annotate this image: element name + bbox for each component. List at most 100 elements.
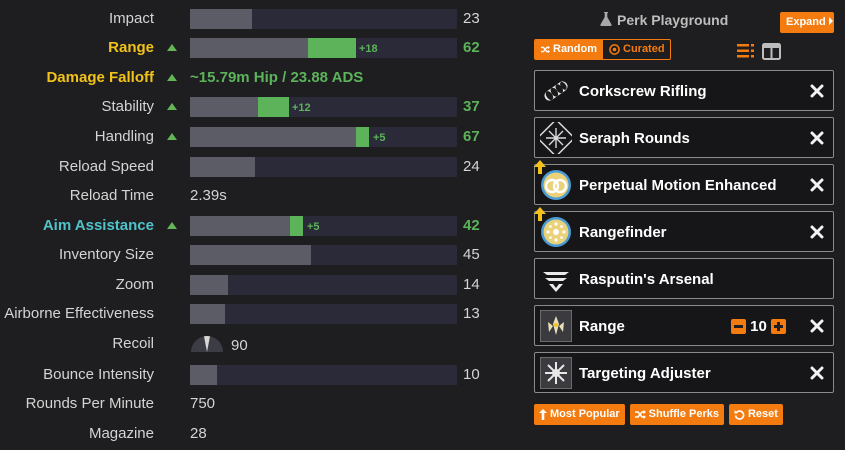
stat-value: ~15.79m Hip / 23.88 ADS (190, 69, 364, 86)
stat-bar-fill (190, 127, 356, 147)
boost-up-icon (167, 133, 177, 140)
most-popular-button[interactable]: Most Popular (534, 404, 625, 425)
stat-row-damage-falloff: Damage Falloff ~15.79m Hip / 23.88 ADS (0, 66, 500, 90)
boost-up-icon (167, 74, 177, 81)
stat-label: Magazine (88, 425, 154, 442)
stat-label: Airborne Effectiveness (4, 305, 154, 322)
stat-label: Zoom (115, 276, 154, 293)
stat-bar-fill (190, 365, 217, 385)
masterwork-level-stepper: 10 (731, 318, 786, 335)
stat-bar-fill (190, 245, 311, 265)
stat-label: Impact (108, 10, 154, 27)
stat-row-aim-assistance: Aim Assistance +5 42 (0, 214, 500, 238)
stat-label: Aim Assistance (42, 217, 154, 234)
stat-value: 10 (463, 366, 480, 383)
stat-value: 90 (231, 337, 248, 354)
stat-label: Handling (94, 128, 154, 145)
increase-level-button[interactable] (771, 319, 786, 334)
perk-row[interactable]: Rangefinder (534, 207, 834, 252)
stat-bar (190, 157, 457, 177)
perk-actions: Most Popular Shuffle Perks Reset (534, 404, 783, 425)
stat-row-magazine: Magazine 28 (0, 422, 500, 446)
weapon-stats-panel: Impact 23 Range +18 62 Damage Falloff ~1… (0, 0, 500, 450)
recoil-direction-icon (190, 335, 224, 352)
trending-up-icon (539, 409, 547, 420)
stat-bar: +5 (190, 216, 457, 236)
stat-row-reload-speed: Reload Speed 24 (0, 155, 500, 179)
expand-button[interactable]: Expand (780, 12, 834, 33)
stat-delta: +5 (373, 132, 386, 144)
list-view-icon[interactable] (737, 43, 757, 59)
enhanced-up-arrow-icon (534, 160, 546, 174)
perk-name: Rangefinder (579, 224, 667, 241)
shuffle-icon (634, 410, 646, 419)
close-icon[interactable] (810, 131, 824, 145)
perk-row[interactable]: Perpetual Motion Enhanced (534, 160, 834, 205)
stat-bar-bonus (258, 97, 289, 117)
boost-up-icon (167, 103, 177, 110)
stat-row-stability: Stability +12 37 (0, 95, 500, 119)
close-icon[interactable] (810, 178, 824, 192)
stat-label: Bounce Intensity (43, 366, 154, 383)
flask-icon (600, 12, 612, 26)
perk-row[interactable]: Range 10 (534, 305, 834, 346)
stat-bar: +12 (190, 97, 457, 117)
perk-playground-title: Perk Playground (600, 12, 728, 28)
perk-row[interactable]: Seraph Rounds (534, 117, 834, 158)
perk-row[interactable]: Rasputin's Arsenal (534, 258, 834, 299)
stat-label: Range (108, 39, 154, 56)
perk-row[interactable]: Corkscrew Rifling (534, 70, 834, 111)
stat-label: Recoil (112, 335, 154, 352)
perk-name: Targeting Adjuster (579, 365, 711, 382)
stat-bar (190, 245, 457, 265)
stat-label: Reload Time (69, 187, 154, 204)
stat-bar-fill (190, 304, 225, 324)
perk-name: Seraph Rounds (579, 130, 690, 147)
perk-mode-tabs: Random Curated (534, 39, 671, 60)
stat-bar-bonus (308, 38, 356, 58)
most-popular-label: Most Popular (550, 408, 620, 420)
perk-row[interactable]: Targeting Adjuster (534, 352, 834, 393)
stat-value: 42 (463, 217, 480, 234)
stat-value: 750 (190, 395, 216, 412)
stat-value: 23 (463, 10, 480, 27)
close-icon[interactable] (810, 84, 824, 98)
tab-random[interactable]: Random (535, 40, 603, 59)
stat-value: 14 (463, 276, 480, 293)
stat-value: 62 (463, 39, 480, 56)
close-icon[interactable] (810, 366, 824, 380)
decrease-level-button[interactable] (731, 319, 746, 334)
shuffle-perks-label: Shuffle Perks (648, 408, 719, 420)
perk-playground-title-text: Perk Playground (617, 12, 729, 28)
stat-bar-fill (190, 97, 258, 117)
reset-icon (734, 410, 745, 420)
close-icon[interactable] (810, 319, 824, 333)
stat-value: 13 (463, 305, 480, 322)
seraph-rounds-icon (540, 122, 572, 154)
stat-bar-fill (190, 275, 228, 295)
reset-label: Reset (747, 408, 778, 420)
boost-up-icon (167, 222, 177, 229)
perk-name: Corkscrew Rifling (579, 83, 707, 100)
shuffle-perks-button[interactable]: Shuffle Perks (629, 404, 724, 425)
stat-bar: +18 (190, 38, 457, 58)
stat-row-recoil: Recoil 90 (0, 332, 500, 356)
target-icon (609, 44, 620, 55)
stat-label: Inventory Size (58, 246, 154, 263)
caret-right-icon (828, 17, 833, 25)
masterwork-level-value: 10 (750, 318, 767, 335)
stat-bar (190, 275, 457, 295)
enhanced-up-arrow-icon (534, 207, 546, 221)
range-masterwork-icon (540, 310, 572, 342)
expand-button-label: Expand (786, 16, 826, 28)
shuffle-icon (541, 45, 550, 54)
stat-row-handling: Handling +5 67 (0, 125, 500, 149)
close-icon[interactable] (810, 225, 824, 239)
grid-view-icon[interactable] (762, 43, 781, 60)
reset-button[interactable]: Reset (728, 404, 783, 425)
tab-curated[interactable]: Curated (603, 40, 670, 59)
stat-value: 67 (463, 128, 480, 145)
targeting-adjuster-icon (540, 357, 572, 389)
stat-row-rounds-per-minute: Rounds Per Minute 750 (0, 392, 500, 416)
stat-label: Reload Speed (58, 158, 154, 175)
